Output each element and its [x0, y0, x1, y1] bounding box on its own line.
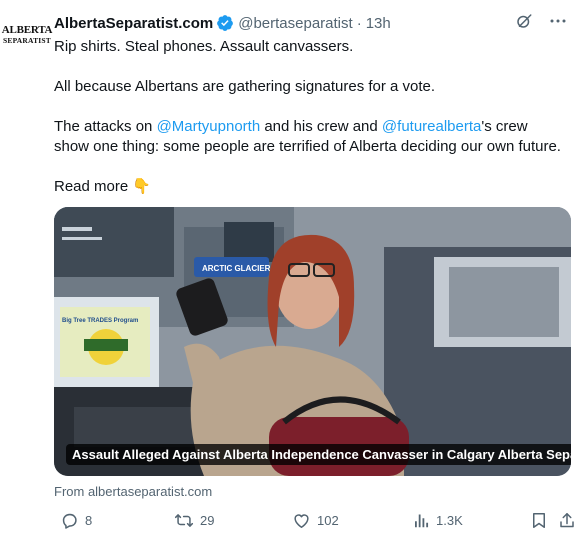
repost-icon: [174, 511, 194, 530]
card-source[interactable]: From albertaseparatist.com: [54, 484, 212, 499]
text-line: All because Albertans are gathering sign…: [54, 78, 436, 95]
tweet[interactable]: ALBERTA SEPARATIST AlbertaSeparatist.com…: [0, 0, 581, 549]
tweet-top-actions: [515, 12, 567, 30]
tweet-text: Rip shirts. Steal phones. Assault canvas…: [54, 37, 564, 197]
verified-badge-icon: [216, 14, 234, 32]
views-count: 1.3K: [436, 513, 463, 528]
bookmark-icon: [530, 511, 548, 530]
like-count: 102: [317, 513, 339, 528]
card-box-text: Big Tree TRADES Program: [62, 318, 138, 324]
avatar-text-line1: ALBERTA: [1, 24, 53, 37]
repost-count: 29: [200, 513, 215, 528]
more-options-icon[interactable]: [549, 12, 567, 30]
card-image: Big Tree TRADES Program ARCTIC GLACIER: [54, 207, 571, 476]
reply-count: 8: [85, 513, 93, 528]
text-segment: and his crew and: [260, 118, 382, 135]
share-button[interactable]: [552, 511, 576, 530]
card-caption: Assault Alleged Against Alberta Independ…: [66, 444, 571, 465]
text-line: Rip shirts. Steal phones. Assault canvas…: [54, 38, 354, 55]
handle[interactable]: @bertaseparatist: [238, 15, 352, 32]
reply-icon: [60, 511, 79, 530]
mention-link[interactable]: @Martyupnorth: [157, 118, 261, 135]
views-icon: [412, 511, 430, 530]
repost-button[interactable]: 29: [168, 511, 214, 530]
tweet-header: AlbertaSeparatist.com @bertaseparatist ·…: [54, 13, 391, 33]
separator-dot: ·: [356, 14, 362, 32]
like-button[interactable]: 102: [286, 511, 339, 530]
avatar-text-line2: SEPARATIST: [3, 36, 51, 46]
display-name[interactable]: AlbertaSeparatist.com: [54, 15, 213, 32]
link-card[interactable]: Big Tree TRADES Program ARCTIC GLACIER A…: [54, 207, 571, 476]
share-icon: [558, 511, 576, 530]
card-sign-text: ARCTIC GLACIER: [202, 264, 271, 273]
read-more-text: Read more 👇: [54, 178, 152, 195]
timestamp[interactable]: 13h: [366, 15, 391, 32]
views-button[interactable]: 1.3K: [406, 511, 463, 530]
tweet-actions: 8 29 102 1.3K: [54, 511, 574, 533]
bookmark-button[interactable]: [524, 511, 548, 530]
mention-link[interactable]: @futurealberta: [382, 118, 481, 135]
grok-icon[interactable]: [515, 12, 533, 30]
like-icon: [292, 511, 311, 530]
text-segment: The attacks on: [54, 118, 157, 135]
avatar[interactable]: ALBERTA SEPARATIST: [2, 14, 53, 56]
reply-button[interactable]: 8: [54, 511, 92, 530]
text-paragraph: The attacks on @Martyupnorth and his cre…: [54, 117, 564, 157]
